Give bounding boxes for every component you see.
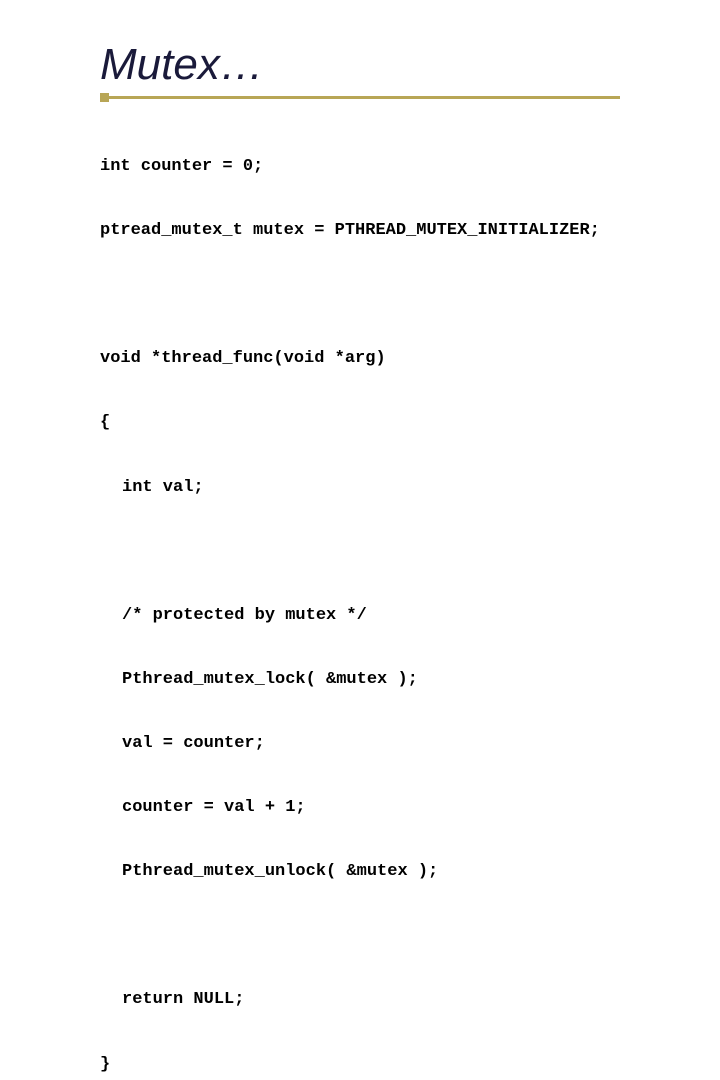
code-line: int val; xyxy=(100,477,720,498)
code-line: int counter = 0; xyxy=(100,156,720,177)
code-blank-line xyxy=(100,926,720,947)
code-line: } xyxy=(100,1054,720,1075)
code-line: void *thread_func(void *arg) xyxy=(100,348,720,369)
code-line: ptread_mutex_t mutex = PTHREAD_MUTEX_INI… xyxy=(100,220,720,241)
code-line: Pthread_mutex_lock( &mutex ); xyxy=(100,669,720,690)
code-line: return NULL; xyxy=(100,989,720,1010)
code-line: { xyxy=(100,412,720,433)
title-underline xyxy=(100,96,620,99)
code-line: Pthread_mutex_unlock( &mutex ); xyxy=(100,861,720,882)
code-line: counter = val + 1; xyxy=(100,797,720,818)
code-blank-line xyxy=(100,284,720,305)
code-block: int counter = 0; ptread_mutex_t mutex = … xyxy=(100,113,720,1080)
code-line: /* protected by mutex */ xyxy=(100,605,720,626)
slide-title: Mutex… xyxy=(100,40,720,90)
code-line: val = counter; xyxy=(100,733,720,754)
code-blank-line xyxy=(100,541,720,562)
title-block: Mutex… xyxy=(100,40,720,99)
slide-container: Mutex… int counter = 0; ptread_mutex_t m… xyxy=(0,0,720,540)
